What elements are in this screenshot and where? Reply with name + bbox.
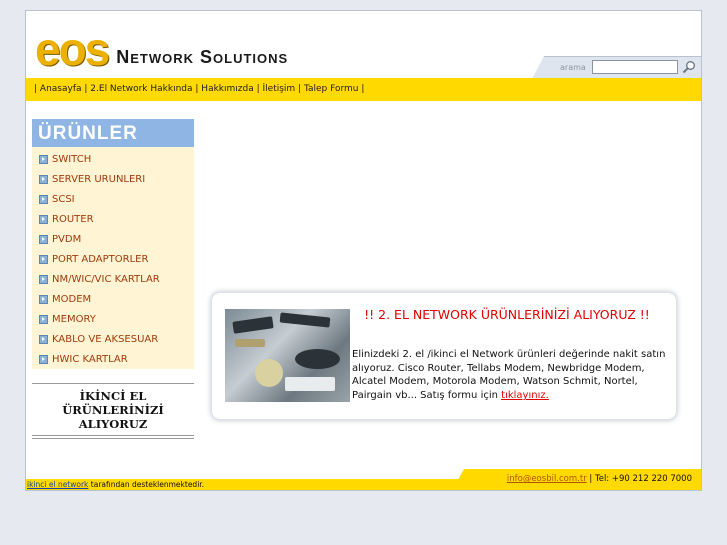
search-label: arama	[560, 63, 586, 72]
sidebar-item-pvdm[interactable]: PVDM	[32, 229, 194, 249]
logo-wordmark: Network Solutions	[116, 47, 289, 67]
arrow-bullet-icon	[39, 194, 48, 204]
product-menu: SWITCH SERVER URUNLERI SCSI ROUTER PVDM …	[32, 147, 194, 369]
nav-links: | Anasayfa | 2.El Network Hakkında | Hak…	[34, 84, 364, 94]
logo-mark: eos	[35, 23, 110, 75]
sidebar-promo-link[interactable]: İKİNCİ EL ÜRÜNLERİNİZİ ALIYORUZ	[32, 383, 194, 436]
page-frame: eos Network Solutions arama | Anasayfa |…	[25, 10, 702, 491]
arrow-bullet-icon	[39, 334, 48, 344]
sidebar: ÜRÜNLER SWITCH SERVER URUNLERI SCSI ROUT…	[32, 119, 194, 439]
phone-number: | Tel: +90 212 220 7000	[589, 474, 692, 484]
sidebar-item-nm-wic-vic-kartlar[interactable]: NM/WIC/VIC KARTLAR	[32, 269, 194, 289]
sidebar-item-switch[interactable]: SWITCH	[32, 149, 194, 169]
footer-contact-bar: info@eosbil.com.tr | Tel: +90 212 220 70…	[452, 469, 701, 490]
nav-item-hakkimizda[interactable]: Hakkımızda	[201, 84, 253, 94]
network-equipment-image	[225, 309, 350, 402]
arrow-bullet-icon	[39, 274, 48, 284]
sidebar-item-server-urunleri[interactable]: SERVER URUNLERI	[32, 169, 194, 189]
search-input[interactable]	[592, 60, 678, 74]
search-area: arama	[532, 56, 701, 79]
sidebar-item-label: PVDM	[52, 233, 82, 245]
sales-form-link[interactable]: tıklayınız.	[501, 390, 549, 401]
sidebar-item-label: ROUTER	[52, 213, 94, 225]
arrow-bullet-icon	[39, 354, 48, 364]
arrow-bullet-icon	[39, 314, 48, 324]
arrow-bullet-icon	[39, 154, 48, 164]
footer-contact: info@eosbil.com.tr | Tel: +90 212 220 70…	[507, 474, 692, 484]
sidebar-item-hwic-kartlar[interactable]: HWIC KARTLAR	[32, 349, 194, 369]
sidebar-item-port-adaptorler[interactable]: PORT ADAPTORLER	[32, 249, 194, 269]
sidebar-item-label: SWITCH	[52, 153, 92, 165]
sidebar-title: ÜRÜNLER	[32, 119, 194, 147]
sidebar-item-router[interactable]: ROUTER	[32, 209, 194, 229]
nav-bar: | Anasayfa | 2.El Network Hakkında | Hak…	[26, 78, 701, 101]
sidebar-item-memory[interactable]: MEMORY	[32, 309, 194, 329]
promo-heading: !! 2. EL NETWORK ÜRÜNLERİNİZİ ALIYORUZ !…	[364, 307, 650, 322]
sidebar-item-label: HWIC KARTLAR	[52, 353, 128, 365]
nav-separator: |	[34, 84, 38, 94]
sidebar-item-label: SERVER URUNLERI	[52, 173, 146, 185]
nav-item-2el-network[interactable]: 2.El Network Hakkında	[90, 84, 192, 94]
nav-separator: |	[361, 84, 365, 94]
sidebar-item-label: KABLO VE AKSESUAR	[52, 333, 159, 345]
arrow-bullet-icon	[39, 254, 48, 264]
sidebar-item-scsi[interactable]: SCSI	[32, 189, 194, 209]
nav-item-iletisim[interactable]: İletişim	[263, 84, 296, 94]
logo[interactable]: eos Network Solutions	[35, 19, 289, 75]
credit-text: tarafından desteklenmektedir.	[90, 480, 205, 489]
divider	[32, 436, 194, 439]
sidebar-item-label: MODEM	[52, 293, 92, 305]
nav-item-anasayfa[interactable]: Anasayfa	[40, 84, 82, 94]
credit-link[interactable]: ikinci el network	[27, 480, 88, 489]
sidebar-item-modem[interactable]: MODEM	[32, 289, 194, 309]
promo-text: Elinizdeki 2. el /ikinci el Network ürün…	[352, 348, 667, 403]
footer: info@eosbil.com.tr | Tel: +90 212 220 70…	[26, 469, 701, 490]
sidebar-item-kablo-ve-aksesuar[interactable]: KABLO VE AKSESUAR	[32, 329, 194, 349]
arrow-bullet-icon	[39, 234, 48, 244]
arrow-bullet-icon	[39, 294, 48, 304]
sidebar-item-label: PORT ADAPTORLER	[52, 253, 149, 265]
search-icon[interactable]	[682, 60, 696, 74]
footer-credit: ikinci el network tarafından desteklenme…	[26, 479, 465, 490]
nav-item-talep-formu[interactable]: Talep Formu	[304, 84, 359, 94]
arrow-bullet-icon	[39, 174, 48, 184]
arrow-bullet-icon	[39, 214, 48, 224]
sidebar-item-label: SCSI	[52, 193, 75, 205]
sidebar-item-label: NM/WIC/VIC KARTLAR	[52, 273, 160, 285]
sidebar-item-label: MEMORY	[52, 313, 96, 325]
email-link[interactable]: info@eosbil.com.tr	[507, 474, 587, 484]
promo-box: !! 2. EL NETWORK ÜRÜNLERİNİZİ ALIYORUZ !…	[212, 293, 676, 419]
